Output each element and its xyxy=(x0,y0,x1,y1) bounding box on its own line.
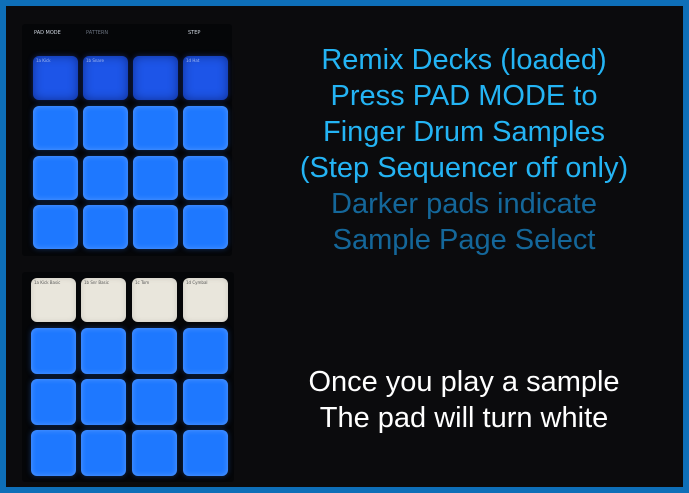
pad[interactable] xyxy=(183,430,228,476)
pad-label: 1d Cymbal xyxy=(186,280,208,285)
pad[interactable] xyxy=(83,156,128,200)
pad[interactable] xyxy=(33,156,78,200)
pad-label: 1a Kick Basic xyxy=(34,280,61,285)
instruction-line: Press PAD MODE to xyxy=(330,80,598,112)
instruction-line-white: Once you play a sample xyxy=(308,366,620,398)
pad[interactable] xyxy=(83,205,128,249)
pad[interactable] xyxy=(133,156,178,200)
pad[interactable] xyxy=(132,430,177,476)
instruction-line-dim: Sample Page Select xyxy=(332,224,596,256)
instruction-line: Finger Drum Samples xyxy=(322,116,606,148)
pad[interactable] xyxy=(31,328,76,374)
pad[interactable] xyxy=(31,379,76,425)
instruction-line: Remix Decks (loaded) xyxy=(321,44,607,76)
step-label: STEP xyxy=(188,30,201,36)
pad[interactable] xyxy=(133,205,178,249)
instruction-line-white: The pad will turn white xyxy=(319,402,609,434)
pad-controller-top: PAD MODE PATTERN STEP 1a Kick 1b Snare 1… xyxy=(22,24,232,256)
pad[interactable] xyxy=(33,205,78,249)
pad[interactable] xyxy=(133,56,178,100)
pad[interactable] xyxy=(133,106,178,150)
pad-white[interactable]: 1c Tom xyxy=(132,278,177,322)
pad-label: 1b Snr Basic xyxy=(84,280,109,285)
pad-mode-label: PAD MODE xyxy=(34,30,61,36)
pad-white[interactable]: 1a Kick Basic xyxy=(31,278,76,322)
pattern-label: PATTERN xyxy=(86,30,109,36)
pad[interactable]: 1b Snare xyxy=(83,56,128,100)
instruction-line-dim: Darker pads indicate xyxy=(331,188,597,220)
pad[interactable]: 1d Hat xyxy=(183,56,228,100)
pad[interactable] xyxy=(81,379,126,425)
pad[interactable] xyxy=(132,328,177,374)
pad[interactable] xyxy=(83,106,128,150)
pad[interactable] xyxy=(183,156,228,200)
pad-label: 1c Tom xyxy=(135,280,150,285)
instructions-white: Once you play a sample The pad will turn… xyxy=(244,364,684,436)
pad-white[interactable]: 1d Cymbal xyxy=(183,278,228,322)
instructions-bright: Remix Decks (loaded) Press PAD MODE to F… xyxy=(244,42,684,258)
pad[interactable] xyxy=(183,328,228,374)
instruction-line: (Step Sequencer off only) xyxy=(299,152,629,184)
pad[interactable] xyxy=(183,379,228,425)
pad-label: 1d Hat xyxy=(186,58,200,63)
pad-white[interactable]: 1b Snr Basic xyxy=(81,278,126,322)
pad[interactable] xyxy=(33,106,78,150)
pad[interactable] xyxy=(31,430,76,476)
controller-top-labels: PAD MODE PATTERN STEP xyxy=(30,30,226,40)
pad-label: 1a Kick xyxy=(36,58,51,63)
pad-controller-bottom: 1a Kick Basic 1b Snr Basic 1c Tom 1d Cym… xyxy=(22,272,234,482)
pad[interactable] xyxy=(183,106,228,150)
pad[interactable] xyxy=(81,328,126,374)
pad[interactable]: 1a Kick xyxy=(33,56,78,100)
pad[interactable] xyxy=(81,430,126,476)
pad-label: 1b Snare xyxy=(86,58,104,63)
pad[interactable] xyxy=(183,205,228,249)
pad[interactable] xyxy=(132,379,177,425)
